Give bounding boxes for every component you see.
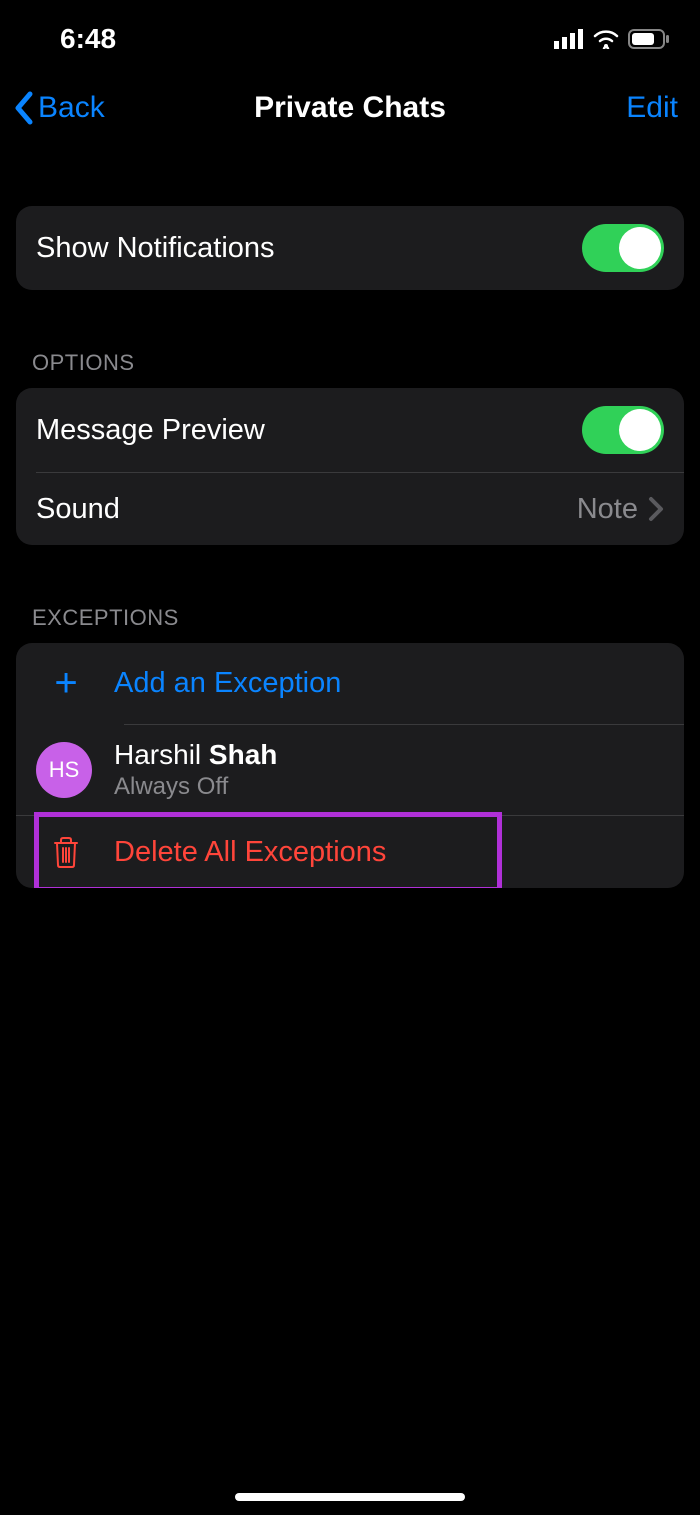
add-exception-label: Add an Exception: [114, 667, 341, 700]
chevron-right-icon: [648, 496, 664, 522]
show-notifications-row[interactable]: Show Notifications: [16, 206, 684, 290]
message-preview-toggle[interactable]: [582, 406, 664, 454]
wifi-icon: [592, 29, 620, 49]
options-header: Options: [16, 350, 684, 388]
exception-sub: Always Off: [114, 773, 277, 801]
trash-icon: [51, 835, 81, 869]
plus-icon: +: [54, 661, 77, 706]
chevron-left-icon: [12, 90, 36, 126]
battery-icon: [628, 29, 670, 49]
show-notifications-label: Show Notifications: [36, 232, 582, 265]
exception-item[interactable]: HS Harshil Shah Always Off: [16, 725, 684, 815]
sound-row[interactable]: Sound Note: [16, 473, 684, 545]
back-button[interactable]: Back: [12, 90, 105, 126]
options-section: Message Preview Sound Note: [16, 388, 684, 545]
status-icons: [554, 29, 670, 49]
status-bar: 6:48: [0, 0, 700, 60]
message-preview-row[interactable]: Message Preview: [16, 388, 684, 472]
status-time: 6:48: [30, 23, 116, 55]
edit-button[interactable]: Edit: [626, 91, 678, 125]
delete-all-exceptions-label: Delete All Exceptions: [114, 836, 386, 869]
exception-name: Harshil Shah: [114, 739, 277, 771]
cellular-icon: [554, 29, 584, 49]
sound-label: Sound: [36, 493, 577, 526]
delete-all-exceptions-row[interactable]: Delete All Exceptions: [16, 816, 684, 888]
nav-bar: Back Private Chats Edit: [0, 60, 700, 146]
back-label: Back: [38, 91, 105, 125]
show-notifications-toggle[interactable]: [582, 224, 664, 272]
notifications-section: Show Notifications: [16, 206, 684, 290]
sound-value: Note: [577, 493, 638, 526]
page-title: Private Chats: [254, 91, 446, 125]
exceptions-header: Exceptions: [16, 605, 684, 643]
avatar: HS: [36, 742, 92, 798]
message-preview-label: Message Preview: [36, 414, 582, 447]
exceptions-section: + Add an Exception HS Harshil Shah Alway…: [16, 643, 684, 888]
add-exception-row[interactable]: + Add an Exception: [16, 643, 684, 724]
home-indicator[interactable]: [235, 1493, 465, 1501]
